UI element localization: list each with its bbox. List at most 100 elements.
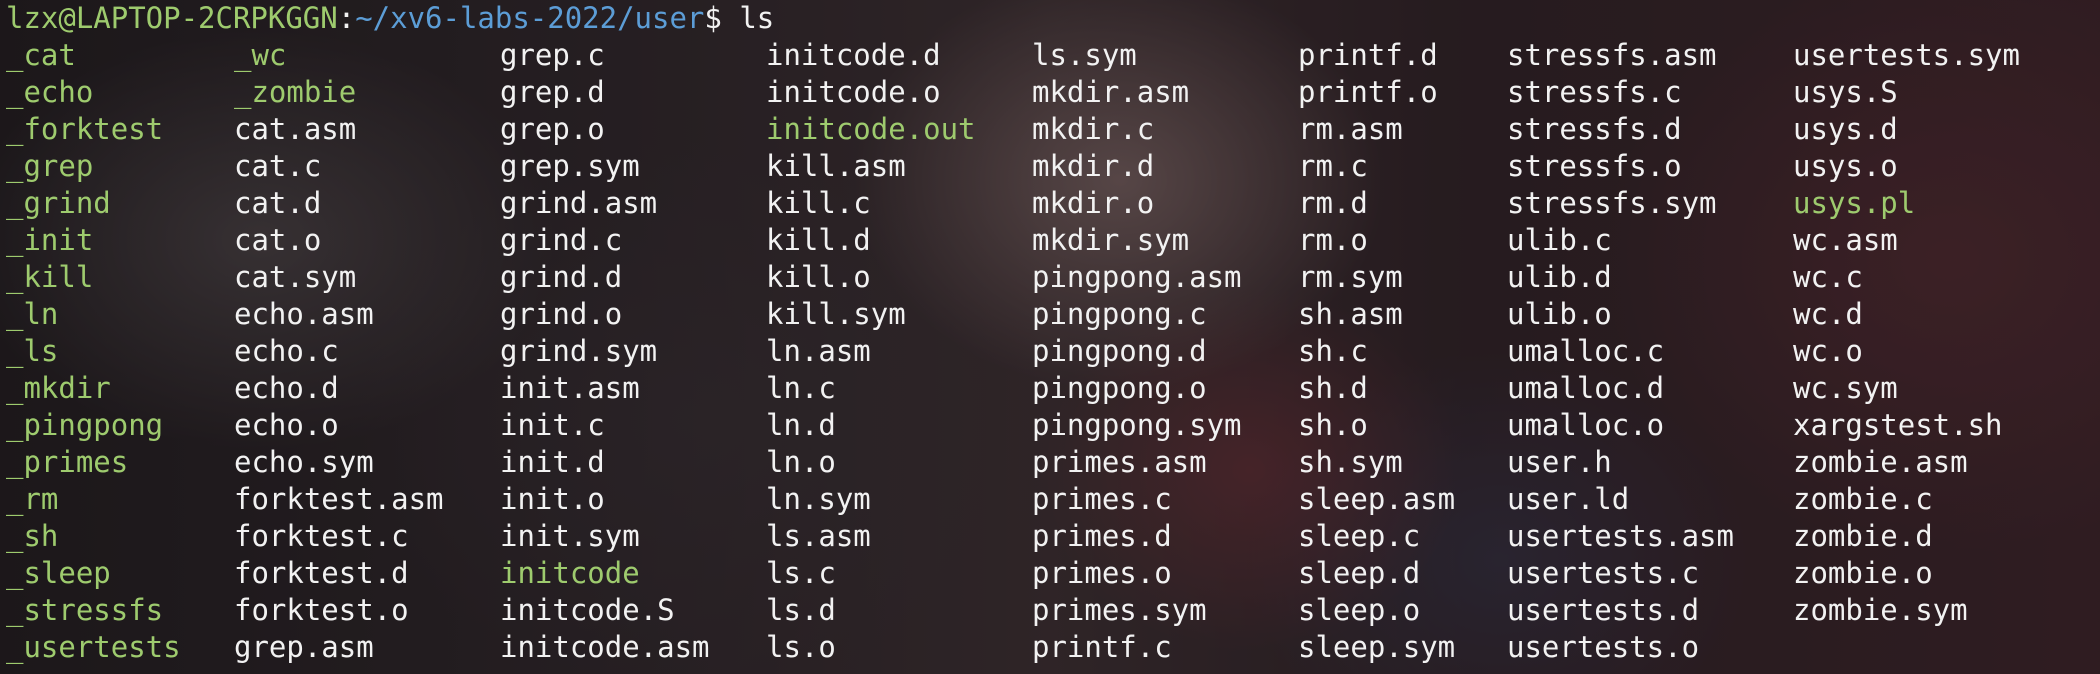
file-entry: initcode.d [766,38,941,72]
ls-column: usertests.sym usys.S usys.d usys.o usys.pl wc… [1793,37,2020,629]
file-entry: grind.c [500,223,623,257]
file-entry: echo.sym [234,445,374,479]
prompt-user-host: lzx@LAPTOP-2CRPKGGN [6,1,338,35]
file-entry: cat.d [234,186,322,220]
file-entry: stressfs.d [1507,112,1682,146]
ls-column: stressfs.asm stressfs.c stressfs.d stressfs… [1507,37,1734,666]
file-entry: rm.d [1298,186,1368,220]
file-entry: cat.sym [234,260,357,294]
file-entry: sleep.sym [1298,630,1456,664]
file-entry: primes.c [1032,482,1172,516]
file-entry: primes.o [1032,556,1172,590]
file-entry: sleep.c [1298,519,1421,553]
file-entry: cat.asm [234,112,357,146]
file-entry: mkdir.sym [1032,223,1190,257]
file-entry: stressfs.asm [1507,38,1717,72]
executable-file-entry: usys.pl [1793,186,1916,220]
prompt-command: ls [739,1,775,35]
file-entry: grind.asm [500,186,658,220]
executable-file-entry: _ln [6,297,59,331]
file-entry: grep.o [500,112,605,146]
executable-file-entry: _pingpong [6,408,164,442]
file-entry: kill.o [766,260,871,294]
file-entry: mkdir.c [1032,112,1155,146]
file-entry: user.ld [1507,482,1630,516]
file-entry: umalloc.c [1507,334,1665,368]
file-entry: sh.d [1298,371,1368,405]
file-entry: wc.asm [1793,223,1898,257]
file-entry: forktest.d [234,556,409,590]
file-entry: rm.sym [1298,260,1403,294]
file-entry: sleep.asm [1298,482,1456,516]
file-entry: init.o [500,482,605,516]
file-entry: init.d [500,445,605,479]
file-entry: rm.o [1298,223,1368,257]
file-entry: sh.o [1298,408,1368,442]
file-entry: echo.d [234,371,339,405]
file-entry: pingpong.o [1032,371,1207,405]
executable-file-entry: _mkdir [6,371,111,405]
file-entry: printf.d [1298,38,1438,72]
file-entry: echo.c [234,334,339,368]
ls-column: _wc _zombie cat.asm cat.c cat.d cat.o cat.sym e… [234,37,444,666]
file-entry: initcode.S [500,593,675,627]
file-entry: forktest.asm [234,482,444,516]
file-entry: user.h [1507,445,1612,479]
file-entry: grind.o [500,297,623,331]
file-entry: kill.sym [766,297,906,331]
executable-file-entry: _sleep [6,556,111,590]
ls-column: printf.d printf.o rm.asm rm.c rm.d rm.o rm.sym… [1298,37,1455,666]
executable-file-entry: _ls [6,334,59,368]
file-entry: ln.d [766,408,836,442]
file-entry: usys.d [1793,112,1898,146]
file-entry: sleep.d [1298,556,1421,590]
file-entry: primes.sym [1032,593,1207,627]
file-entry: ls.o [766,630,836,664]
file-entry: usertests.asm [1507,519,1734,553]
file-entry: initcode.o [766,75,941,109]
file-entry: cat.c [234,149,322,183]
file-entry: ls.c [766,556,836,590]
executable-file-entry: _grind [6,186,111,220]
file-entry: pingpong.d [1032,334,1207,368]
executable-file-entry: _echo [6,75,94,109]
file-entry: kill.d [766,223,871,257]
file-entry: pingpong.c [1032,297,1207,331]
file-entry: zombie.sym [1793,593,1968,627]
executable-file-entry: _rm [6,482,59,516]
file-entry: echo.asm [234,297,374,331]
ls-column: ls.sym mkdir.asm mkdir.c mkdir.d mkdir.o mkdi… [1032,37,1242,666]
file-entry: primes.d [1032,519,1172,553]
file-entry: ls.asm [766,519,871,553]
executable-file-entry: _stressfs [6,593,164,627]
file-entry: grep.sym [500,149,640,183]
executable-file-entry: _usertests [6,630,181,664]
executable-file-entry: initcode [500,556,640,590]
terminal-window[interactable]: lzx@LAPTOP-2CRPKGGN:~/xv6-labs-2022/user… [0,0,2100,674]
executable-file-entry: _zombie [234,75,357,109]
file-entry: echo.o [234,408,339,442]
file-entry: stressfs.sym [1507,186,1717,220]
file-entry: printf.c [1032,630,1172,664]
file-entry: grep.asm [234,630,374,664]
prompt-symbol: $ [704,1,722,35]
file-entry: ls.sym [1032,38,1137,72]
file-entry: grep.c [500,38,605,72]
file-entry: wc.d [1793,297,1863,331]
ls-column: grep.c grep.d grep.o grep.sym grind.asm grind… [500,37,710,666]
file-entry: grind.sym [500,334,658,368]
executable-file-entry: _init [6,223,94,257]
ls-column: _cat _echo _forktest _grep _grind _init _kill _… [6,37,181,666]
file-entry: init.c [500,408,605,442]
file-entry: usys.o [1793,149,1898,183]
file-entry: forktest.o [234,593,409,627]
executable-file-entry: _wc [234,38,287,72]
file-entry: ls.d [766,593,836,627]
file-entry: umalloc.d [1507,371,1665,405]
file-entry: initcode.asm [500,630,710,664]
executable-file-entry: _primes [6,445,129,479]
file-entry: wc.sym [1793,371,1898,405]
file-entry: usys.S [1793,75,1898,109]
file-entry: forktest.c [234,519,409,553]
file-entry: zombie.asm [1793,445,1968,479]
